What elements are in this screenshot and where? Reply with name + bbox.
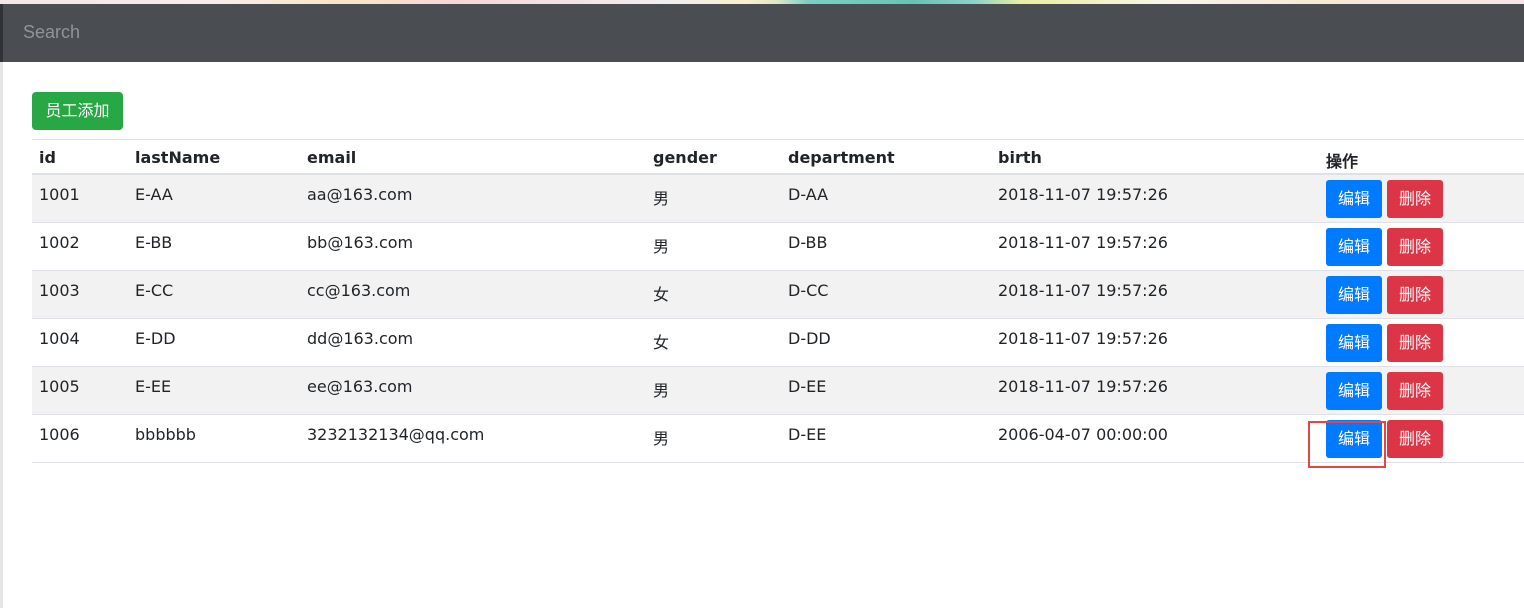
header-lastname: lastName (135, 148, 221, 167)
row-gender: 女 (653, 333, 670, 352)
row-department: D-BB (788, 233, 828, 252)
row-department: D-EE (788, 377, 827, 396)
row-birth: 2018-11-07 19:57:26 (998, 281, 1168, 300)
row-lastname: E-EE (135, 377, 172, 396)
row-lastname: bbbbbb (135, 425, 196, 444)
row-birth: 2006-04-07 00:00:00 (998, 425, 1168, 444)
row-email: bb@163.com (307, 233, 414, 252)
header-operation: 操作 (1326, 152, 1359, 171)
row-id: 1003 (39, 281, 80, 300)
row-gender: 女 (653, 285, 670, 304)
edit-button[interactable]: 编辑 (1326, 420, 1382, 458)
table-row: 1001 E-AA aa@163.com 男 D-AA 2018-11-07 1… (32, 175, 1524, 223)
row-email: ee@163.com (307, 377, 413, 396)
table-row: 1002 E-BB bb@163.com 男 D-BB 2018-11-07 1… (32, 223, 1524, 271)
row-id: 1002 (39, 233, 80, 252)
delete-button[interactable]: 删除 (1387, 228, 1443, 266)
row-gender: 男 (653, 237, 670, 256)
row-id: 1004 (39, 329, 80, 348)
edit-button[interactable]: 编辑 (1326, 324, 1382, 362)
row-email: dd@163.com (307, 329, 414, 348)
header-email: email (307, 148, 357, 167)
row-birth: 2018-11-07 19:57:26 (998, 233, 1168, 252)
search-input[interactable]: Search (23, 22, 80, 43)
row-email: 3232132134@qq.com (307, 425, 485, 444)
add-employee-button[interactable]: 员工添加 (32, 92, 123, 130)
row-department: D-CC (788, 281, 829, 300)
header-department: department (788, 148, 895, 167)
header-gender: gender (653, 148, 717, 167)
edit-button[interactable]: 编辑 (1326, 228, 1382, 266)
row-id: 1006 (39, 425, 80, 444)
delete-button[interactable]: 删除 (1387, 180, 1443, 218)
left-sidebar-edge (0, 62, 3, 608)
table-header: id lastName email gender department birt… (32, 139, 1524, 175)
row-gender: 男 (653, 381, 670, 400)
delete-button[interactable]: 删除 (1387, 372, 1443, 410)
edit-button[interactable]: 编辑 (1326, 180, 1382, 218)
row-id: 1001 (39, 185, 80, 204)
employee-table: id lastName email gender department birt… (32, 139, 1524, 463)
edit-button[interactable]: 编辑 (1326, 372, 1382, 410)
row-gender: 男 (653, 429, 670, 448)
row-department: D-EE (788, 425, 827, 444)
table-row: 1003 E-CC cc@163.com 女 D-CC 2018-11-07 1… (32, 271, 1524, 319)
row-lastname: E-AA (135, 185, 173, 204)
edit-button[interactable]: 编辑 (1326, 276, 1382, 314)
row-birth: 2018-11-07 19:57:26 (998, 329, 1168, 348)
row-lastname: E-DD (135, 329, 176, 348)
row-gender: 男 (653, 189, 670, 208)
header-id: id (39, 148, 56, 167)
top-navbar: Search (0, 4, 1524, 62)
header-birth: birth (998, 148, 1042, 167)
delete-button[interactable]: 删除 (1387, 420, 1443, 458)
row-email: aa@163.com (307, 185, 413, 204)
row-department: D-AA (788, 185, 829, 204)
row-department: D-DD (788, 329, 831, 348)
row-lastname: E-BB (135, 233, 173, 252)
row-birth: 2018-11-07 19:57:26 (998, 377, 1168, 396)
table-row: 1004 E-DD dd@163.com 女 D-DD 2018-11-07 1… (32, 319, 1524, 367)
row-lastname: E-CC (135, 281, 174, 300)
row-email: cc@163.com (307, 281, 411, 300)
row-birth: 2018-11-07 19:57:26 (998, 185, 1168, 204)
delete-button[interactable]: 删除 (1387, 276, 1443, 314)
delete-button[interactable]: 删除 (1387, 324, 1443, 362)
row-id: 1005 (39, 377, 80, 396)
table-row: 1005 E-EE ee@163.com 男 D-EE 2018-11-07 1… (32, 367, 1524, 415)
table-row: 1006 bbbbbb 3232132134@qq.com 男 D-EE 200… (32, 415, 1524, 463)
